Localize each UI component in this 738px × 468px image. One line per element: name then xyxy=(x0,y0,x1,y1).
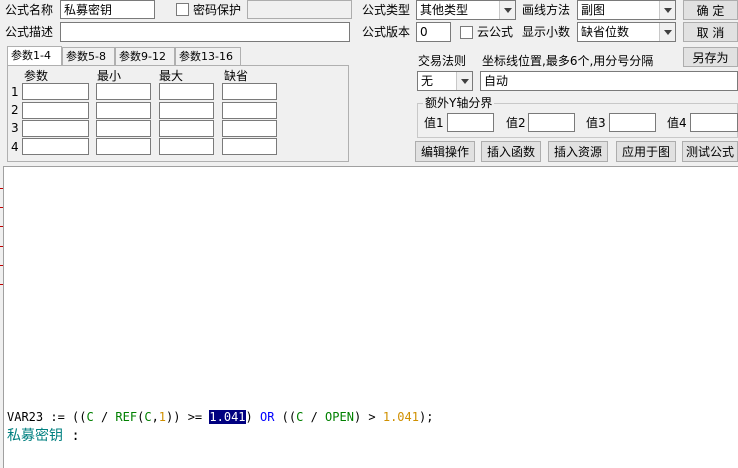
decimal-select[interactable]: 缺省位数 xyxy=(577,22,676,42)
decimal-label: 显示小数 xyxy=(522,25,571,39)
code-token: VAR23 := (( xyxy=(7,410,87,424)
chevron-down-icon xyxy=(659,23,675,41)
draw-method-select[interactable]: 副图 xyxy=(577,0,676,20)
code-token: : xyxy=(63,428,80,444)
selected-number: 1.041 xyxy=(209,410,246,424)
cancel-button[interactable]: 取 消 xyxy=(683,22,738,42)
code-token: OPEN xyxy=(325,410,354,424)
chevron-down-icon xyxy=(456,72,472,90)
trade-rule-value: 无 xyxy=(421,74,434,88)
param-1-min[interactable] xyxy=(96,83,151,100)
formula-version-input[interactable]: 0 xyxy=(416,22,451,42)
param-row-3-label: 3 xyxy=(11,121,19,135)
param-4-min[interactable] xyxy=(96,138,151,155)
code-token: 1.041 xyxy=(382,410,419,424)
insert-resource-button[interactable]: 插入资源 xyxy=(548,141,608,162)
password-checkbox[interactable] xyxy=(176,3,189,16)
y-value-3-label: 值3 xyxy=(586,116,606,130)
code-line-2: 私募密钥 : xyxy=(7,425,80,445)
cloud-formula-label: 云公式 xyxy=(477,25,514,39)
coord-line-label: 坐标线位置,最多6个,用分号分隔 xyxy=(482,54,654,68)
param-row-4-label: 4 xyxy=(11,140,19,154)
param-header-name: 参数 xyxy=(24,69,49,83)
formula-name-input[interactable]: 私募密钥 xyxy=(60,0,155,19)
code-token: (( xyxy=(274,410,297,424)
y-value-1-label: 值1 xyxy=(424,116,444,130)
param-3-name[interactable] xyxy=(22,120,89,137)
code-line-1: VAR23 := ((C / REF(C,1)) >= 1.041) OR ((… xyxy=(7,410,433,424)
y-value-1-input[interactable] xyxy=(447,113,494,132)
param-header-default: 缺省 xyxy=(224,69,249,83)
trade-rule-label: 交易法则 xyxy=(418,54,467,68)
param-header-min: 最小 xyxy=(97,69,122,83)
param-3-max[interactable] xyxy=(159,120,214,137)
code-token: C xyxy=(144,410,152,424)
param-4-default[interactable] xyxy=(222,138,277,155)
param-2-default[interactable] xyxy=(222,102,277,119)
password-label: 密码保护 xyxy=(193,3,242,17)
apply-to-chart-button[interactable]: 应用于图 xyxy=(616,141,676,162)
cloud-formula-checkbox[interactable] xyxy=(460,26,473,39)
code-token: 私募密钥 xyxy=(7,428,63,444)
code-token: ); xyxy=(418,410,434,424)
tab-params-5-8[interactable]: 参数5-8 xyxy=(62,47,115,65)
chevron-down-icon xyxy=(499,1,515,19)
test-formula-button[interactable]: 测试公式 xyxy=(682,141,738,162)
y-value-2-input[interactable] xyxy=(528,113,575,132)
code-token: ) xyxy=(245,410,260,424)
y-value-4-input[interactable] xyxy=(690,113,738,132)
draw-method-label: 画线方法 xyxy=(522,3,571,17)
formula-name-label: 公式名称 xyxy=(5,3,54,17)
code-token: REF xyxy=(115,410,138,424)
code-editor[interactable]: VAR23 := ((C / REF(C,1)) >= 1.041) OR ((… xyxy=(3,166,738,468)
formula-type-value: 其他类型 xyxy=(420,3,469,17)
tab-params-1-4[interactable]: 参数1-4 xyxy=(7,46,62,66)
param-4-name[interactable] xyxy=(22,138,89,155)
param-1-name[interactable] xyxy=(22,83,89,100)
password-input[interactable] xyxy=(247,0,352,19)
tab-params-13-16[interactable]: 参数13-16 xyxy=(175,47,241,65)
code-token: ) > xyxy=(353,410,383,424)
param-row-1-label: 1 xyxy=(11,85,19,99)
param-1-default[interactable] xyxy=(222,83,277,100)
code-token: , xyxy=(151,410,159,424)
param-2-name[interactable] xyxy=(22,102,89,119)
extra-y-axis-title: 额外Y轴分界 xyxy=(423,95,495,111)
formula-version-label: 公式版本 xyxy=(362,25,411,39)
param-4-max[interactable] xyxy=(159,138,214,155)
formula-desc-input[interactable] xyxy=(60,22,350,42)
tab-params-9-12[interactable]: 参数9-12 xyxy=(115,47,175,65)
insert-function-button[interactable]: 插入函数 xyxy=(481,141,541,162)
param-3-min[interactable] xyxy=(96,120,151,137)
ok-button[interactable]: 确 定 xyxy=(683,0,738,20)
edit-operation-button[interactable]: 编辑操作 xyxy=(415,141,475,162)
param-2-min[interactable] xyxy=(96,102,151,119)
decimal-value: 缺省位数 xyxy=(581,25,630,39)
y-value-4-label: 值4 xyxy=(667,116,687,130)
code-token: C xyxy=(86,410,94,424)
param-2-max[interactable] xyxy=(159,102,214,119)
save-as-button[interactable]: 另存为 xyxy=(683,47,738,67)
y-value-2-label: 值2 xyxy=(506,116,526,130)
formula-desc-label: 公式描述 xyxy=(5,25,54,39)
code-token: / xyxy=(303,410,326,424)
y-value-3-input[interactable] xyxy=(609,113,656,132)
code-token: )) >= xyxy=(166,410,210,424)
param-1-max[interactable] xyxy=(159,83,214,100)
code-token: 1 xyxy=(158,410,167,424)
chevron-down-icon xyxy=(659,1,675,19)
params-panel: 参数 最小 最大 缺省 1 2 3 4 xyxy=(7,65,349,162)
trade-rule-select[interactable]: 无 xyxy=(417,71,473,91)
param-header-max: 最大 xyxy=(159,69,184,83)
code-token: OR xyxy=(259,410,275,424)
param-row-2-label: 2 xyxy=(11,103,19,117)
code-token: / xyxy=(93,410,116,424)
param-3-default[interactable] xyxy=(222,120,277,137)
formula-type-select[interactable]: 其他类型 xyxy=(416,0,516,20)
coord-line-input[interactable]: 自动 xyxy=(480,71,738,91)
draw-method-value: 副图 xyxy=(581,3,606,17)
formula-type-label: 公式类型 xyxy=(362,3,411,17)
